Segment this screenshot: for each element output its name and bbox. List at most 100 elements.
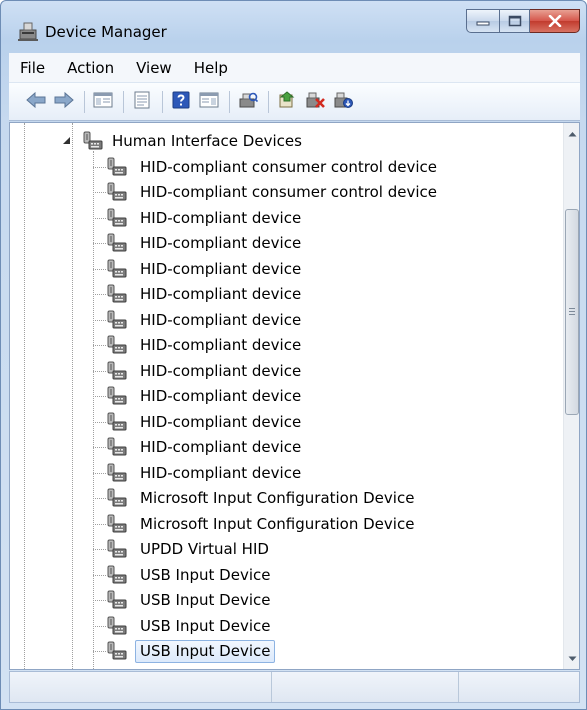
hid-device-icon (106, 641, 128, 661)
tree-device-item[interactable]: UPDD Virtual HID (10, 537, 565, 562)
tree-device-item[interactable]: HID-compliant device (10, 308, 565, 333)
tree-device-label: HID-compliant device (140, 336, 302, 354)
tree-device-item[interactable]: USB Input Device (10, 563, 565, 588)
tree-device-label: USB Input Device (140, 616, 271, 635)
hid-device-icon (106, 386, 128, 406)
hid-device-icon (106, 284, 128, 304)
device-manager-icon (17, 21, 39, 43)
tree-device-item[interactable]: HID-compliant consumer control device (10, 155, 565, 180)
console-tree-icon (93, 91, 113, 113)
toolbar-separator (162, 90, 163, 113)
tree-device-label: USB Input Device (135, 640, 276, 663)
tree-connector (93, 243, 106, 244)
hid-device-icon (106, 361, 128, 381)
status-panel (459, 672, 579, 702)
hid-device-icon (106, 514, 128, 534)
scroll-up-icon (568, 131, 576, 136)
tree-device-item[interactable]: HID-compliant device (10, 384, 565, 409)
tree-device-label: HID-compliant device (140, 463, 302, 482)
toolbar-disable-button[interactable] (330, 89, 356, 115)
grip-line (569, 311, 575, 312)
status-panel (272, 672, 459, 702)
toolbar-properties-button[interactable] (129, 89, 155, 115)
hid-device-icon (106, 565, 128, 585)
tree-connector (93, 523, 106, 525)
toolbar-separator (229, 90, 230, 113)
tree-device-item[interactable]: USB Input Device (10, 588, 565, 613)
toolbar-scan-hardware-button[interactable] (235, 89, 261, 115)
toolbar-show-hide-tree-button[interactable] (90, 89, 116, 115)
tree-device-label: HID-compliant device (140, 387, 302, 405)
tree-device-item[interactable]: HID-compliant device (10, 359, 565, 384)
tree-device-item[interactable]: HID-compliant device (10, 231, 565, 256)
tree-device-label: USB Input Device (140, 565, 271, 584)
tree-connector (93, 192, 106, 193)
tree-connector (93, 447, 106, 448)
hid-category-icon (82, 131, 104, 151)
tree-device-label: HID-compliant device (140, 438, 302, 456)
tree-device-item[interactable]: HID-compliant consumer control device (10, 180, 565, 205)
toolbar-update-driver-button[interactable] (274, 89, 300, 115)
scroll-up-button[interactable] (564, 125, 579, 142)
help-icon (172, 91, 190, 113)
back-arrow-icon (25, 91, 47, 113)
tree-device-item[interactable]: HID-compliant device (10, 257, 565, 282)
menu-bar: File Action View Help (9, 53, 580, 83)
grip-line (569, 314, 575, 315)
tree-connector (93, 370, 106, 372)
title-bar[interactable]: Device Manager (1, 1, 586, 53)
tree-device-item[interactable]: Microsoft Input Configuration Device (10, 512, 565, 537)
toolbar (9, 83, 580, 121)
tree-device-item[interactable]: HID-compliant device (10, 410, 565, 435)
tree-device-label: HID-compliant device (140, 259, 302, 278)
device-tree[interactable]: Human Interface Devices HID-compliant con… (10, 123, 565, 669)
tree-device-item[interactable]: USB Input Device (10, 639, 565, 664)
tree-device-item[interactable]: USB Input Device (10, 614, 565, 639)
tree-connector (93, 472, 106, 474)
hid-device-icon (106, 463, 128, 483)
tree-device-item[interactable]: HID-compliant device (10, 461, 565, 486)
vertical-scrollbar[interactable] (563, 123, 579, 669)
scroll-thumb[interactable] (565, 209, 579, 415)
menu-view[interactable]: View (125, 53, 183, 83)
disable-device-icon (333, 91, 353, 113)
tree-connector (93, 421, 106, 423)
tree-connector (93, 498, 106, 499)
menu-action[interactable]: Action (56, 53, 125, 83)
hid-device-icon (106, 182, 128, 202)
toolbar-action-pane-button[interactable] (196, 89, 222, 115)
tree-device-label: HID-compliant device (140, 310, 302, 329)
close-icon (548, 15, 561, 27)
hid-device-icon (106, 208, 128, 228)
caption-buttons (466, 9, 580, 35)
tree-device-item[interactable]: HID-compliant device (10, 206, 565, 231)
toolbar-forward-button[interactable] (51, 89, 77, 115)
toolbar-uninstall-button[interactable] (302, 89, 328, 115)
toolbar-separator (268, 90, 269, 113)
device-manager-window: Device Manager File Action View Help Hum… (0, 0, 587, 710)
status-panel (10, 672, 272, 702)
tree-connector (93, 166, 106, 168)
scroll-down-button[interactable] (564, 650, 579, 667)
toolbar-back-button[interactable] (23, 89, 49, 115)
close-button[interactable] (530, 9, 580, 33)
maximize-button[interactable] (500, 9, 530, 33)
action-pane-icon (199, 91, 219, 113)
toolbar-help-button[interactable] (168, 89, 194, 115)
tree-device-item[interactable]: HID-compliant device (10, 333, 565, 358)
tree-device-item[interactable]: HID-compliant device (10, 282, 565, 307)
hid-device-icon (106, 539, 128, 559)
tree-connector (93, 268, 106, 270)
expand-collapse-icon[interactable] (63, 137, 70, 144)
tree-device-item[interactable]: Microsoft Input Configuration Device (10, 486, 565, 511)
toolbar-separator (84, 90, 85, 113)
minimize-button[interactable] (466, 9, 500, 33)
tree-device-item[interactable]: HID-compliant device (10, 435, 565, 460)
menu-file[interactable]: File (9, 53, 56, 83)
tree-device-label: HID-compliant device (140, 285, 302, 303)
tree-device-label: HID-compliant consumer control device (140, 183, 437, 201)
menu-help[interactable]: Help (183, 53, 239, 83)
hid-device-icon (106, 233, 128, 253)
tree-connector (93, 396, 106, 397)
window-title: Device Manager (45, 23, 167, 41)
